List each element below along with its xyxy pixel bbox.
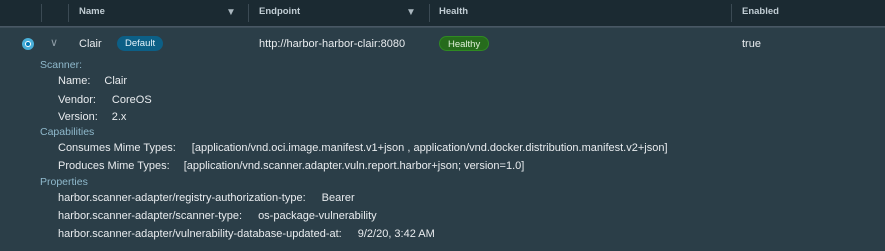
default-badge: Default xyxy=(117,36,164,51)
health-status-badge: Healthy xyxy=(439,36,490,51)
datagrid-header: Name ▼ Endpoint ▼ Health Enabled xyxy=(0,0,885,27)
detail-label: Produces Mime Types: xyxy=(58,160,170,172)
detail-line: Produces Mime Types: [application/vnd.sca… xyxy=(58,159,524,173)
detail-value: CoreOS xyxy=(111,94,152,106)
detail-line: Name: Clair xyxy=(58,74,127,88)
detail-label: harbor.scanner-adapter/registry-authoriz… xyxy=(58,192,306,204)
row-divider xyxy=(0,27,885,28)
detail-label: Consumes Mime Types: xyxy=(58,142,176,154)
endpoint-cell: http://harbor-harbor-clair:8080 xyxy=(259,38,406,50)
detail-value: Bearer xyxy=(321,192,355,204)
detail-line: harbor.scanner-adapter/vulnerability-dat… xyxy=(58,227,435,241)
filter-icon[interactable]: ▼ xyxy=(406,7,416,19)
detail-label: harbor.scanner-adapter/scanner-type: xyxy=(58,210,243,222)
detail-value: 2.x xyxy=(111,111,127,123)
column-header-label: Enabled xyxy=(742,6,779,17)
detail-line: Consumes Mime Types: [application/vnd.oci… xyxy=(58,141,668,155)
detail-line: Vendor: CoreOS xyxy=(58,93,152,107)
column-header-label: Name xyxy=(79,6,105,17)
detail-label: harbor.scanner-adapter/vulnerability-dat… xyxy=(58,228,342,240)
column-header-health[interactable]: Health xyxy=(429,0,729,26)
capabilities-heading: Capabilities xyxy=(40,126,95,138)
column-header-name[interactable]: Name xyxy=(69,0,249,26)
column-header-enabled[interactable]: Enabled xyxy=(732,0,882,26)
detail-line: harbor.scanner-adapter/scanner-type: os-p… xyxy=(58,209,377,223)
detail-label: Vendor: xyxy=(58,94,96,106)
radio-selected-icon[interactable] xyxy=(22,38,34,50)
column-header-endpoint[interactable]: Endpoint xyxy=(249,0,429,26)
detail-line: Version: 2.x xyxy=(58,110,126,124)
detail-value: 9/2/20, 3:42 AM xyxy=(357,228,435,240)
column-separator[interactable] xyxy=(41,4,42,22)
filter-icon[interactable]: ▼ xyxy=(226,7,236,19)
properties-heading: Properties xyxy=(40,176,88,188)
detail-label: Version: xyxy=(58,111,98,123)
scanner-name-cell: Clair xyxy=(79,38,102,50)
enabled-cell: true xyxy=(742,38,761,50)
detail-value: [application/vnd.scanner.adapter.vuln.re… xyxy=(183,160,525,172)
column-header-label: Endpoint xyxy=(259,6,301,17)
chevron-down-icon[interactable]: ∨ xyxy=(50,36,62,50)
detail-label: Name: xyxy=(58,75,91,87)
detail-value: os-package-vulnerability xyxy=(258,210,377,222)
detail-value: [application/vnd.oci.image.manifest.v1+j… xyxy=(191,142,668,154)
scanner-heading: Scanner: xyxy=(40,59,83,71)
detail-line: harbor.scanner-adapter/registry-authoriz… xyxy=(58,191,355,205)
column-header-label: Health xyxy=(439,6,469,17)
detail-value: Clair xyxy=(104,75,128,87)
scanners-datagrid: Name ▼ Endpoint ▼ Health Enabled ∨ Clair… xyxy=(0,0,885,251)
radio-dot xyxy=(26,42,30,46)
